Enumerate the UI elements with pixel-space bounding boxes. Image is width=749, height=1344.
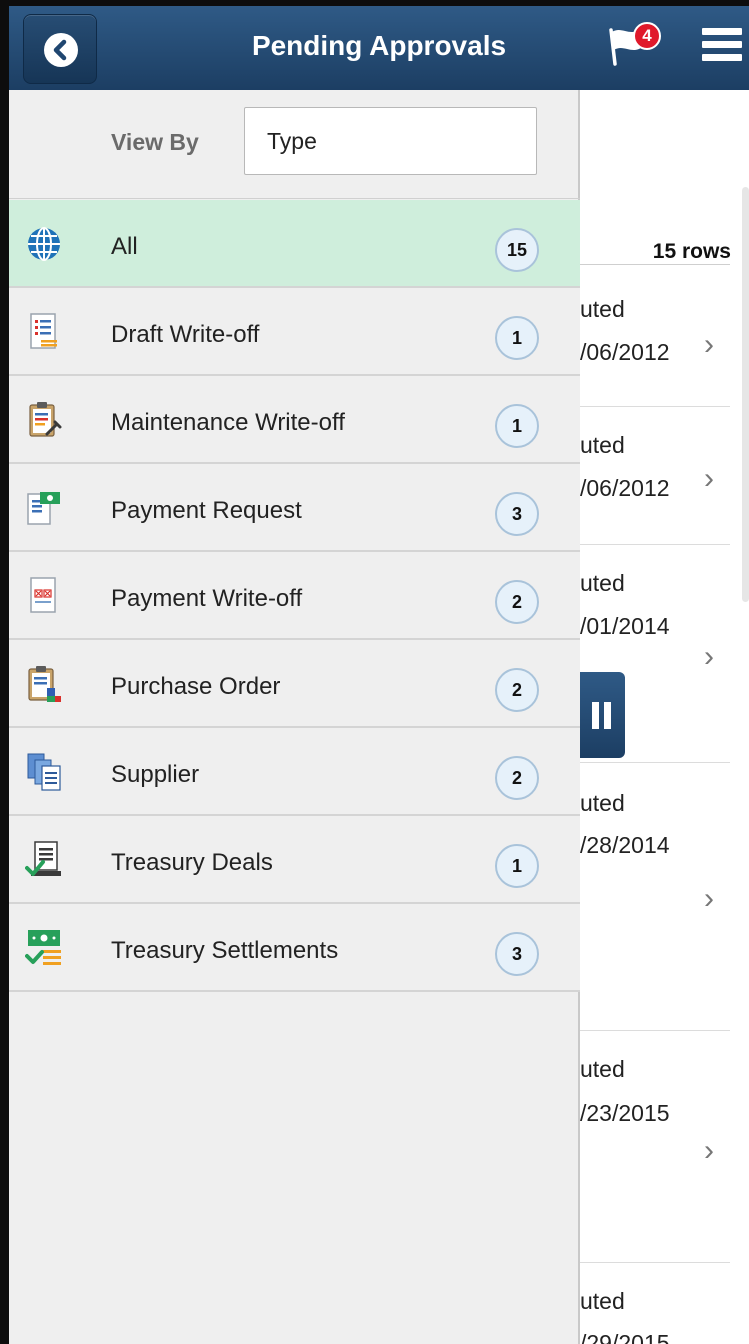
- count-badge: 1: [495, 844, 539, 888]
- globe-icon: [28, 227, 60, 261]
- app-header: Pending Approvals 4: [9, 6, 749, 90]
- menu-item-treasury-deals[interactable]: Treasury Deals 1: [9, 816, 580, 904]
- menu-item-maintenance-write-off[interactable]: Maintenance Write-off 1: [9, 376, 580, 464]
- menu-item-label: Treasury Deals: [111, 849, 273, 876]
- menu-item-label: Payment Request: [111, 497, 302, 524]
- list-item-status: uted: [580, 1056, 625, 1082]
- menu-item-label: Payment Write-off: [111, 585, 303, 612]
- view-by-panel: View By Type All 15 Draft Write-off 1 Ma…: [9, 90, 580, 1344]
- list-item-status: uted: [580, 1288, 625, 1314]
- back-arrow-icon: [44, 33, 78, 67]
- type-menu: All 15 Draft Write-off 1 Maintenance Wri…: [9, 200, 580, 992]
- list-item-date: /06/2012: [580, 339, 670, 365]
- menu-item-label: Draft Write-off: [111, 321, 260, 348]
- chevron-right-icon[interactable]: ›: [704, 462, 714, 496]
- count-badge: 1: [495, 316, 539, 360]
- menu-item-label: Maintenance Write-off: [111, 409, 345, 436]
- menu-item-payment-write-off[interactable]: Payment Write-off 2: [9, 552, 580, 640]
- menu-item-label: All: [111, 233, 138, 260]
- count-badge: 15: [495, 228, 539, 272]
- count-badge: 3: [495, 932, 539, 976]
- window-frame-left: [0, 0, 9, 1344]
- approvals-list: 15 rows uted /06/2012 › uted /06/2012 › …: [580, 90, 749, 1344]
- menu-icon[interactable]: [702, 28, 742, 64]
- count-badge: 2: [495, 756, 539, 800]
- chevron-right-icon[interactable]: ›: [704, 1134, 714, 1168]
- chevron-right-icon[interactable]: ›: [704, 640, 714, 674]
- count-badge: 1: [495, 404, 539, 448]
- list-item-status: uted: [580, 296, 625, 322]
- notification-count-badge: 4: [633, 22, 661, 50]
- treasury-deal-icon: [25, 841, 61, 876]
- list-item-status: uted: [580, 570, 625, 596]
- list-item-date: /23/2015: [580, 1100, 670, 1126]
- count-badge: 3: [495, 492, 539, 536]
- menu-item-all[interactable]: All 15: [9, 200, 580, 288]
- notifications-button[interactable]: 4: [607, 22, 667, 72]
- scrollbar[interactable]: [742, 187, 749, 602]
- supplier-documents-icon: [27, 753, 61, 791]
- count-badge: 2: [495, 580, 539, 624]
- payment-document-icon: [27, 492, 60, 525]
- view-by-label: View By: [111, 129, 199, 155]
- menu-item-purchase-order[interactable]: Purchase Order 2: [9, 640, 580, 728]
- menu-item-label: Supplier: [111, 761, 200, 788]
- menu-item-label: Treasury Settlements: [111, 937, 339, 964]
- menu-item-label: Purchase Order: [111, 673, 281, 700]
- clipboard-wrench-icon: [29, 402, 62, 437]
- menu-item-payment-request[interactable]: Payment Request 3: [9, 464, 580, 552]
- document-list-icon: [30, 313, 57, 349]
- count-badge: 2: [495, 668, 539, 712]
- menu-item-supplier[interactable]: Supplier 2: [9, 728, 580, 816]
- back-button[interactable]: [23, 14, 97, 84]
- list-item-date: /29/2015: [580, 1330, 670, 1344]
- list-item-date: /01/2014: [580, 613, 670, 639]
- list-item-date: /06/2012: [580, 475, 670, 501]
- list-item-status: uted: [580, 790, 625, 816]
- view-by-select[interactable]: Type: [244, 107, 537, 175]
- writeoff-document-icon: [30, 577, 56, 613]
- page-title: Pending Approvals: [251, 30, 507, 61]
- list-item-date: /28/2014: [580, 832, 670, 858]
- menu-item-draft-write-off[interactable]: Draft Write-off 1: [9, 288, 580, 376]
- menu-item-treasury-settlements[interactable]: Treasury Settlements 3: [9, 904, 580, 992]
- chevron-right-icon[interactable]: ›: [704, 882, 714, 916]
- chevron-right-icon[interactable]: ›: [704, 328, 714, 362]
- pause-button[interactable]: [580, 672, 625, 758]
- treasury-settlement-icon: [25, 930, 61, 965]
- list-item-status: uted: [580, 432, 625, 458]
- rows-count: 15 rows: [652, 240, 731, 263]
- clipboard-order-icon: [28, 666, 61, 702]
